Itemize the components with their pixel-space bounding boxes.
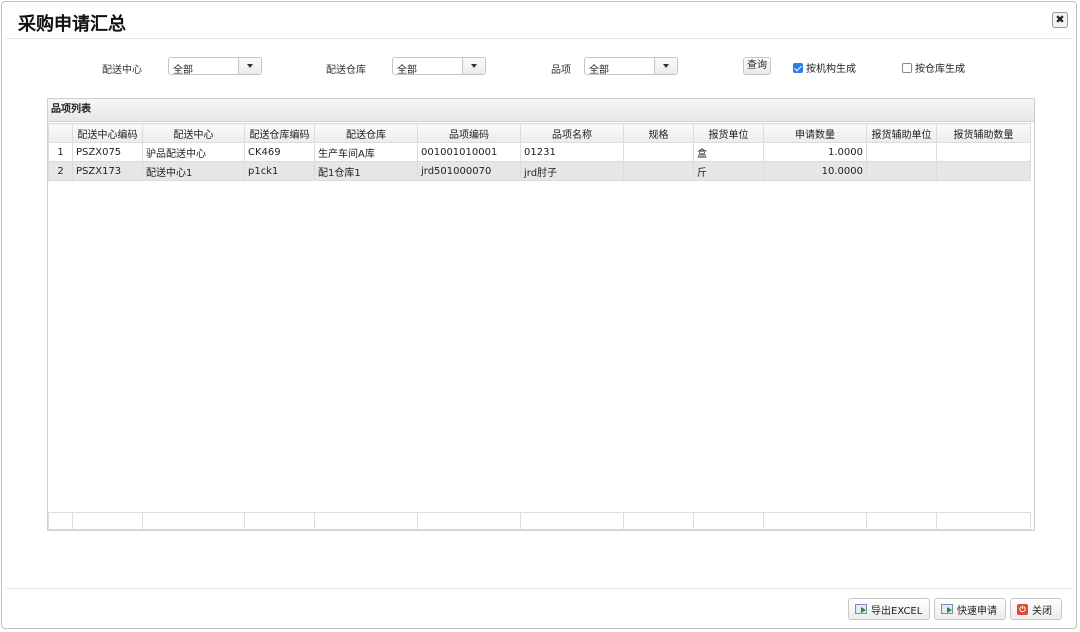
panel-title: 品项列表 xyxy=(48,99,1034,122)
cell-spec xyxy=(623,142,694,162)
column-header[interactable]: 配送中心 xyxy=(142,123,245,143)
checkbox-checked-icon[interactable] xyxy=(793,62,803,73)
chevron-down-icon[interactable] xyxy=(654,58,677,74)
column-header[interactable]: 配送中心编码 xyxy=(72,123,143,143)
cell-aux-unit xyxy=(866,161,937,181)
warehouse-label: 配送仓库 xyxy=(326,65,366,76)
item-label: 品项 xyxy=(551,65,571,76)
by-org-label: 按机构生成 xyxy=(806,64,856,75)
warehouse-select[interactable]: 全部 xyxy=(392,57,486,76)
center-label: 配送中心 xyxy=(102,65,142,76)
column-header-index xyxy=(48,123,73,143)
cell-qty[interactable]: 10.0000 xyxy=(763,161,867,181)
cell-wh-code: CK469 xyxy=(244,142,315,162)
close-label: 关闭 xyxy=(1032,605,1052,617)
table-header-row: 配送中心编码 配送中心 配送仓库编码 配送仓库 品项编码 品项名称 规格 报货单… xyxy=(48,123,1031,143)
cell-spec xyxy=(623,161,694,181)
center-select-value: 全部 xyxy=(173,65,193,76)
table-row[interactable]: 2 PSZX173 配送中心1 p1ck1 配1仓库1 jrd501000070… xyxy=(48,161,1031,181)
item-list-panel: 品项列表 配送中心编码 配送中心 配送仓库编码 配送仓库 品项编码 品项名称 规… xyxy=(47,98,1035,531)
column-header[interactable]: 品项名称 xyxy=(520,123,624,143)
by-org-checkbox[interactable]: 按机构生成 xyxy=(793,60,856,75)
by-warehouse-checkbox[interactable]: 按仓库生成 xyxy=(902,60,965,75)
export-excel-button[interactable]: 导出EXCEL xyxy=(848,598,930,620)
power-icon: ⏻ xyxy=(1017,603,1028,615)
column-header[interactable]: 报货辅助数量 xyxy=(936,123,1031,143)
cell-center-code: PSZX173 xyxy=(72,161,143,181)
cell-qty[interactable]: 1.0000 xyxy=(763,142,867,162)
item-table: 配送中心编码 配送中心 配送仓库编码 配送仓库 品项编码 品项名称 规格 报货单… xyxy=(48,123,1031,181)
chevron-down-icon[interactable] xyxy=(238,58,261,74)
dialog-window: 采购申请汇总 ✖ 配送中心 全部 配送仓库 全部 品项 全部 查询 按机构生成 … xyxy=(1,1,1077,629)
center-select[interactable]: 全部 xyxy=(168,57,262,76)
apply-icon xyxy=(941,604,953,614)
warehouse-select-value: 全部 xyxy=(397,65,417,76)
cell-wh: 生产车间A库 xyxy=(314,142,418,162)
checkbox-unchecked-icon[interactable] xyxy=(902,62,912,73)
cell-item-code: 001001010001 xyxy=(417,142,521,162)
column-header[interactable]: 配送仓库 xyxy=(314,123,418,143)
column-header[interactable]: 规格 xyxy=(623,123,694,143)
export-excel-label: 导出EXCEL xyxy=(871,605,923,617)
summary-cells xyxy=(48,512,1031,530)
cell-center-code: PSZX075 xyxy=(72,142,143,162)
cell-unit: 盒 xyxy=(693,142,764,162)
summary-row xyxy=(48,512,1031,530)
column-header[interactable]: 配送仓库编码 xyxy=(244,123,315,143)
column-header[interactable]: 申请数量 xyxy=(763,123,867,143)
divider xyxy=(6,588,1072,589)
cell-aux-unit xyxy=(866,142,937,162)
cell-center: 配送中心1 xyxy=(142,161,245,181)
table-row[interactable]: 1 PSZX075 驴品配送中心 CK469 生产车间A库 0010010100… xyxy=(48,142,1031,162)
item-select-value: 全部 xyxy=(589,65,609,76)
export-icon xyxy=(855,604,867,614)
cell-wh-code: p1ck1 xyxy=(244,161,315,181)
by-warehouse-label: 按仓库生成 xyxy=(915,64,965,75)
close-icon[interactable]: ✖ xyxy=(1052,12,1068,28)
column-header[interactable]: 报货辅助单位 xyxy=(866,123,937,143)
column-header[interactable]: 报货单位 xyxy=(693,123,764,143)
cell-unit: 斤 xyxy=(693,161,764,181)
chevron-down-icon[interactable] xyxy=(462,58,485,74)
cell-item-name: 01231 xyxy=(520,142,624,162)
cell-item-code: jrd501000070 xyxy=(417,161,521,181)
close-button[interactable]: ⏻ 关闭 xyxy=(1010,598,1062,620)
cell-aux-qty[interactable] xyxy=(936,161,1031,181)
divider xyxy=(6,38,1072,39)
column-header[interactable]: 品项编码 xyxy=(417,123,521,143)
query-button[interactable]: 查询 xyxy=(743,57,771,75)
row-index: 1 xyxy=(48,142,73,162)
quick-apply-label: 快速申请 xyxy=(957,605,997,617)
cell-item-name: jrd肘子 xyxy=(520,161,624,181)
cell-wh: 配1仓库1 xyxy=(314,161,418,181)
row-index: 2 xyxy=(48,161,73,181)
dialog-title: 采购申请汇总 xyxy=(18,14,126,35)
cell-aux-qty[interactable] xyxy=(936,142,1031,162)
quick-apply-button[interactable]: 快速申请 xyxy=(934,598,1006,620)
cell-center: 驴品配送中心 xyxy=(142,142,245,162)
item-select[interactable]: 全部 xyxy=(584,57,678,76)
